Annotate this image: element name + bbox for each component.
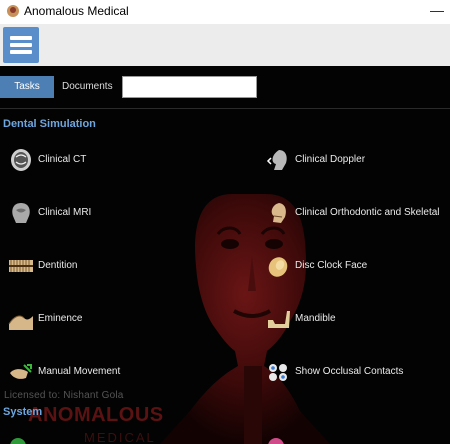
main-panel: Tasks Documents Dental Simulation Clinic… (0, 66, 450, 444)
toolbar (0, 24, 450, 66)
documents-search-input[interactable] (122, 76, 257, 98)
eminence-bone-icon (8, 315, 33, 330)
brand-logo: ANOMALOUS (28, 404, 164, 426)
task-label: Clinical Doppler (295, 154, 366, 165)
teeth-icon (9, 260, 33, 272)
occlusal-contacts-icon (269, 364, 287, 381)
hamburger-menu-button[interactable] (3, 27, 39, 63)
task-label: Clinical CT (38, 154, 87, 165)
movement-hand-icon (10, 364, 32, 379)
app-logo-icon (7, 5, 19, 17)
task-label: Show Occlusal Contacts (295, 366, 404, 377)
mandible-icon (268, 311, 290, 328)
divider (0, 108, 450, 109)
brand-logo-sub: MEDICAL (84, 430, 156, 444)
orthodontic-face-icon (271, 203, 286, 223)
minimize-button[interactable]: — (430, 2, 444, 18)
system-item-icon[interactable] (266, 436, 286, 444)
title-bar: Anomalous Medical — (0, 0, 450, 24)
tab-documents[interactable]: Documents (62, 76, 113, 98)
system-item-icon[interactable] (8, 436, 28, 444)
task-label: Manual Movement (38, 366, 121, 377)
task-label: Eminence (38, 313, 83, 324)
task-label: Clinical MRI (38, 207, 92, 218)
disc-icon (268, 257, 288, 277)
window-title: Anomalous Medical (24, 4, 129, 18)
task-label: Disc Clock Face (295, 260, 368, 271)
hamburger-menu-icon (10, 36, 32, 40)
task-label: Clinical Orthodontic and Skeletal (295, 207, 440, 218)
mri-head-icon (12, 203, 30, 223)
section-title-dental-simulation: Dental Simulation (3, 118, 96, 130)
doppler-head-icon (266, 150, 287, 170)
tab-tasks[interactable]: Tasks (0, 76, 54, 98)
task-label: Dentition (38, 260, 78, 271)
section-title-system: System (3, 406, 43, 418)
task-label: Mandible (295, 313, 336, 324)
license-text: Licensed to: Nishant Gola (4, 390, 124, 401)
ct-scan-skull-icon (11, 149, 31, 171)
